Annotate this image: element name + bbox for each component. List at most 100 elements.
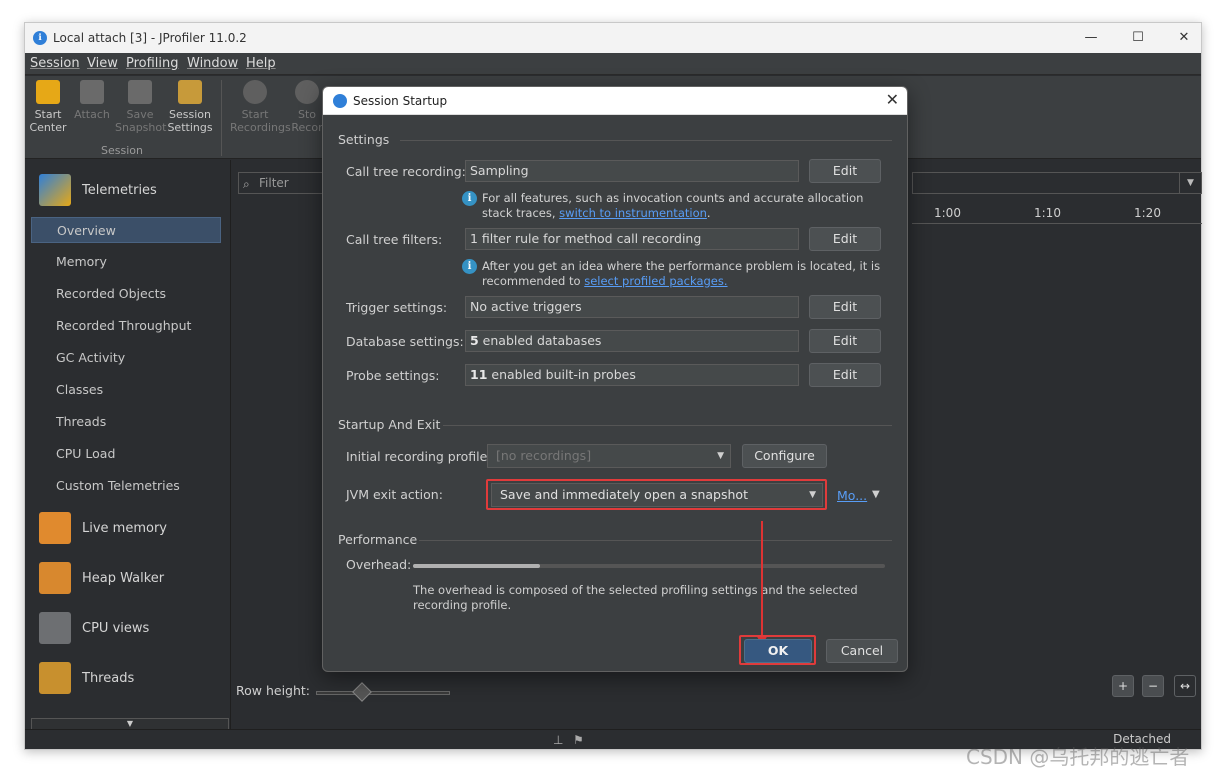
sidebar-item-cpu-load[interactable]: CPU Load bbox=[31, 441, 221, 467]
settings-header: Settings bbox=[338, 132, 390, 147]
slider-thumb[interactable] bbox=[352, 682, 372, 702]
menu-bar: Session View Profiling Window Help bbox=[25, 53, 1201, 75]
probe-settings-label: Probe settings: bbox=[346, 368, 440, 383]
more-link[interactable]: Mo... bbox=[837, 488, 867, 503]
heap-walker-icon bbox=[39, 562, 71, 594]
live-memory-label: Live memory bbox=[82, 521, 167, 536]
probe-settings-value: enabled built-in probes bbox=[487, 367, 636, 382]
switch-to-instrumentation-link[interactable]: switch to instrumentation bbox=[559, 206, 707, 220]
close-icon[interactable]: ✕ bbox=[886, 90, 899, 109]
database-settings-field: 5 enabled databases bbox=[465, 330, 799, 352]
start-center-button[interactable]: Start Center bbox=[23, 80, 73, 134]
zoom-out-button[interactable]: − bbox=[1142, 675, 1164, 697]
chevron-down-icon: ▼ bbox=[1179, 173, 1201, 193]
initial-profile-select[interactable]: [no recordings] ▼ bbox=[487, 444, 731, 468]
overhead-bar bbox=[413, 564, 885, 568]
sidebar-item-gc-activity[interactable]: GC Activity bbox=[31, 345, 221, 371]
sidebar-item-memory[interactable]: Memory bbox=[31, 249, 221, 275]
tick-label: 1:20 bbox=[1134, 206, 1161, 220]
save-snapshot-button[interactable]: Save Snapshot bbox=[115, 80, 167, 134]
jprofiler-logo-icon: ℹ bbox=[33, 31, 47, 45]
chevron-down-icon[interactable]: ▼ bbox=[872, 489, 880, 500]
sidebar-item-recorded-objects[interactable]: Recorded Objects bbox=[31, 281, 221, 307]
configure-button[interactable]: Configure bbox=[742, 444, 827, 468]
call-tree-filters-label: Call tree filters: bbox=[346, 232, 443, 247]
trigger-settings-field: No active triggers bbox=[465, 296, 799, 318]
info-icon: i bbox=[462, 191, 477, 206]
edit-call-tree-recording-button[interactable]: Edit bbox=[809, 159, 881, 183]
cpu-views-label: CPU views bbox=[82, 621, 150, 636]
database-settings-label: Database settings: bbox=[346, 334, 464, 349]
row-height-slider[interactable] bbox=[316, 682, 450, 702]
sidebar-item-overview[interactable]: Overview bbox=[31, 217, 221, 243]
call-tree-recording-value: Sampling bbox=[470, 163, 529, 178]
session-settings-button[interactable]: Session Settings bbox=[165, 80, 215, 134]
stop-record-icon bbox=[295, 80, 319, 104]
save-snapshot-label: Save bbox=[126, 108, 154, 121]
call-tree-filters-field: 1 filter rule for method call recording bbox=[465, 228, 799, 250]
minimize-button[interactable]: — bbox=[1077, 28, 1105, 48]
edit-trigger-settings-button[interactable]: Edit bbox=[809, 295, 881, 319]
telemetry-combo[interactable]: ▼ bbox=[912, 172, 1202, 194]
sidebar-item-threads[interactable]: Threads bbox=[31, 409, 221, 435]
session-settings-label-2: Settings bbox=[167, 121, 213, 134]
threads-label: Threads bbox=[82, 671, 135, 686]
menu-window[interactable]: Window bbox=[187, 56, 238, 71]
stop-recordings-label: Sto bbox=[297, 108, 317, 121]
edit-probe-settings-button[interactable]: Edit bbox=[809, 363, 881, 387]
save-snapshot-label-2: Snapshot bbox=[115, 121, 167, 134]
threads-icon bbox=[39, 662, 71, 694]
sidebar-item-custom-telemetries[interactable]: Custom Telemetries bbox=[31, 473, 221, 499]
chevron-down-icon: ▼ bbox=[717, 451, 724, 461]
tick-label: 1:10 bbox=[1034, 206, 1061, 220]
menu-profiling[interactable]: Profiling bbox=[126, 56, 179, 71]
flag-icon: ⚑ bbox=[573, 733, 584, 747]
cancel-button[interactable]: Cancel bbox=[826, 639, 898, 663]
timeline-axis: 1:00 1:10 1:20 bbox=[912, 202, 1202, 224]
session-startup-dialog: Session Startup ✕ Settings Call tree rec… bbox=[322, 86, 908, 672]
dialog-title: Session Startup bbox=[353, 94, 448, 108]
jvm-exit-label: JVM exit action: bbox=[346, 487, 443, 502]
sidebar-section-cpu-views[interactable]: CPU views bbox=[39, 612, 229, 652]
edit-call-tree-filters-button[interactable]: Edit bbox=[809, 227, 881, 251]
stop-recordings-label-2: Recor bbox=[291, 121, 323, 134]
zoom-in-button[interactable]: + bbox=[1112, 675, 1134, 697]
menu-session[interactable]: Session bbox=[30, 56, 80, 71]
ok-button[interactable]: OK bbox=[744, 639, 812, 663]
sidebar-section-threads[interactable]: Threads bbox=[39, 662, 229, 702]
jprofiler-logo-icon bbox=[333, 94, 347, 108]
menu-view[interactable]: View bbox=[87, 56, 118, 71]
toolbar-group-label: Session bbox=[101, 144, 143, 157]
start-center-label-2: Center bbox=[29, 121, 67, 134]
overhead-fill bbox=[413, 564, 541, 568]
sidebar-section-heap-walker[interactable]: Heap Walker bbox=[39, 562, 229, 602]
annotation-arrow bbox=[761, 521, 763, 637]
sidebar-item-classes[interactable]: Classes bbox=[31, 377, 221, 403]
sidebar-item-recorded-throughput[interactable]: Recorded Throughput bbox=[31, 313, 221, 339]
call-tree-recording-label: Call tree recording: bbox=[346, 164, 466, 179]
fit-button[interactable]: ↔ bbox=[1174, 675, 1196, 697]
stop-recordings-button[interactable]: Sto Recor bbox=[287, 80, 327, 134]
select-profiled-packages-link[interactable]: select profiled packages. bbox=[584, 274, 727, 288]
cpu-chip-icon bbox=[39, 612, 71, 644]
attach-button[interactable]: Attach bbox=[67, 80, 117, 121]
sidebar-section-telemetries[interactable]: Telemetries bbox=[39, 174, 229, 214]
close-window-button[interactable]: ✕ bbox=[1170, 28, 1198, 48]
filter-placeholder: Filter bbox=[259, 176, 289, 190]
menu-help[interactable]: Help bbox=[246, 56, 276, 71]
profiled-packages-info: i After you get an idea where the perfor… bbox=[462, 259, 882, 289]
edit-database-settings-button[interactable]: Edit bbox=[809, 329, 881, 353]
sidebar-section-live-memory[interactable]: Live memory bbox=[39, 512, 229, 552]
title-bar: ℹ Local attach [3] - JProfiler 11.0.2 — … bbox=[25, 23, 1201, 53]
database-count: 5 bbox=[470, 333, 479, 348]
database-settings-value: enabled databases bbox=[478, 333, 602, 348]
tick-label: 1:00 bbox=[934, 206, 961, 220]
start-recordings-button[interactable]: Start Recordings bbox=[230, 80, 291, 134]
maximize-button[interactable]: ☐ bbox=[1124, 28, 1152, 48]
info-text-end: . bbox=[706, 206, 711, 220]
telemetries-label: Telemetries bbox=[82, 183, 157, 198]
call-tree-recording-field: Sampling bbox=[465, 160, 799, 182]
instrumentation-info: i For all features, such as invocation c… bbox=[462, 191, 882, 221]
session-settings-icon bbox=[178, 80, 202, 104]
overhead-note: The overhead is composed of the selected… bbox=[413, 583, 858, 612]
